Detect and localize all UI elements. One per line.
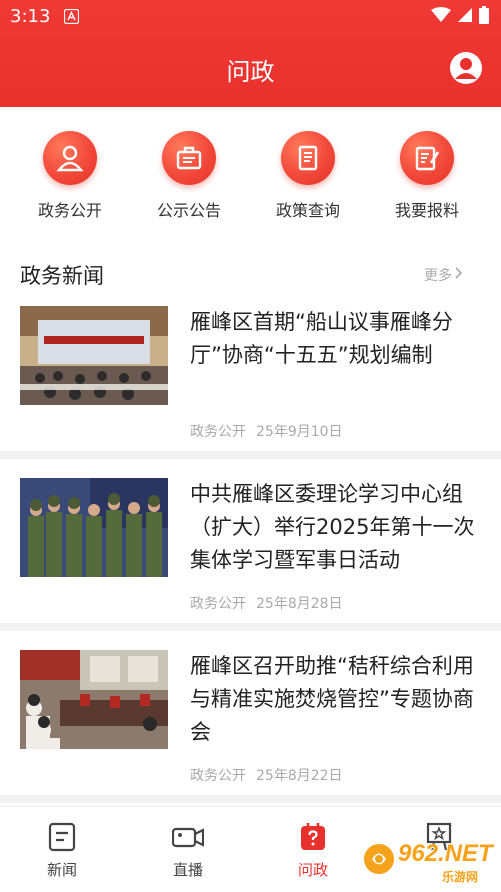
news-thumbnail: [20, 650, 168, 749]
watermark-logo-icon: [364, 844, 394, 874]
news-section-header: 政务新闻 更多: [0, 256, 501, 292]
wifi-icon: [431, 7, 451, 27]
quick-action-label: 公示公告: [156, 201, 221, 220]
battery-icon: [479, 6, 489, 28]
news-category: 政务公开: [190, 768, 246, 784]
tab-live[interactable]: 直播: [143, 821, 233, 880]
more-link[interactable]: 更多: [424, 265, 463, 285]
tab-news[interactable]: 新闻: [17, 821, 107, 880]
news-date: 25年8月28日: [256, 596, 343, 612]
watermark-sub: 乐游网: [442, 870, 479, 884]
divider: [0, 451, 501, 459]
quick-action-label: 政务公开: [37, 201, 102, 220]
video-camera-icon: [171, 821, 205, 853]
site-watermark: 962.NET 乐游网: [360, 832, 500, 888]
quick-action-announcements[interactable]: 公示公告: [129, 131, 249, 221]
news-meta: 政务公开 25年8月22日: [190, 765, 343, 785]
document-icon: [281, 131, 335, 185]
news-category: 政务公开: [190, 424, 246, 440]
watermark-text: 962.NET: [398, 840, 493, 867]
page-title: 问政: [226, 58, 275, 86]
news-item[interactable]: 雁峰区召开助推“秸秆综合利用与精准实施焚烧管控”专题协商会 政务公开 25年8月2…: [0, 650, 501, 815]
news-icon: [46, 821, 78, 853]
news-item[interactable]: 雁峰区首期“船山议事雁峰分厅”协商“十五五”规划编制 政务公开 25年9月10日: [0, 306, 501, 471]
news-thumbnail: [20, 478, 168, 577]
tab-label: 直播: [172, 861, 203, 879]
news-headline: 中共雁峰区委理论学习中心组（扩大）举行2025年第十一次集体学习暨军事日活动: [190, 482, 475, 572]
user-icon: [450, 52, 482, 84]
status-time: 3:13: [10, 6, 51, 27]
calendar-question-icon: [297, 821, 329, 853]
profile-button[interactable]: [449, 51, 483, 85]
news-thumbnail: [20, 306, 168, 405]
news-item[interactable]: 中共雁峰区委理论学习中心组（扩大）举行2025年第十一次集体学习暨军事日活动 政…: [0, 478, 501, 643]
tab-label: 新闻: [46, 861, 77, 879]
quick-action-label: 政策查询: [275, 201, 340, 220]
tab-wenzheng[interactable]: 问政: [268, 821, 358, 880]
chevron-right-icon: [455, 267, 463, 283]
news-headline: 雁峰区召开助推“秸秆综合利用与精准实施焚烧管控”专题协商会: [190, 654, 474, 744]
report-edit-icon: [400, 131, 454, 185]
signal-icon: [457, 7, 473, 27]
news-date: 25年8月22日: [256, 768, 343, 784]
quick-action-policy-search[interactable]: 政策查询: [248, 131, 368, 221]
news-category: 政务公开: [190, 596, 246, 612]
tab-label: 问政: [297, 861, 328, 879]
divider: [0, 795, 501, 803]
news-headline: 雁峰区首期“船山议事雁峰分厅”协商“十五五”规划编制: [190, 310, 453, 367]
person-icon: [43, 131, 97, 185]
quick-action-report[interactable]: 我要报料: [367, 131, 487, 221]
quick-actions: 政务公开 公示公告 政策查询 我要报料: [0, 107, 501, 231]
more-label: 更多: [424, 268, 452, 284]
divider: [0, 623, 501, 631]
status-icons: [431, 6, 489, 28]
news-meta: 政务公开 25年9月10日: [190, 421, 343, 441]
section-title: 政务新闻: [20, 264, 104, 288]
status-bar: 3:13: [0, 0, 501, 34]
quick-action-gov-affairs[interactable]: 政务公开: [10, 131, 130, 221]
briefcase-icon: [162, 131, 216, 185]
app-notification-icon: [63, 8, 80, 25]
quick-action-label: 我要报料: [394, 201, 459, 220]
news-date: 25年9月10日: [256, 424, 343, 440]
news-meta: 政务公开 25年8月28日: [190, 593, 343, 613]
app-header: 3:13 问政: [0, 0, 501, 107]
